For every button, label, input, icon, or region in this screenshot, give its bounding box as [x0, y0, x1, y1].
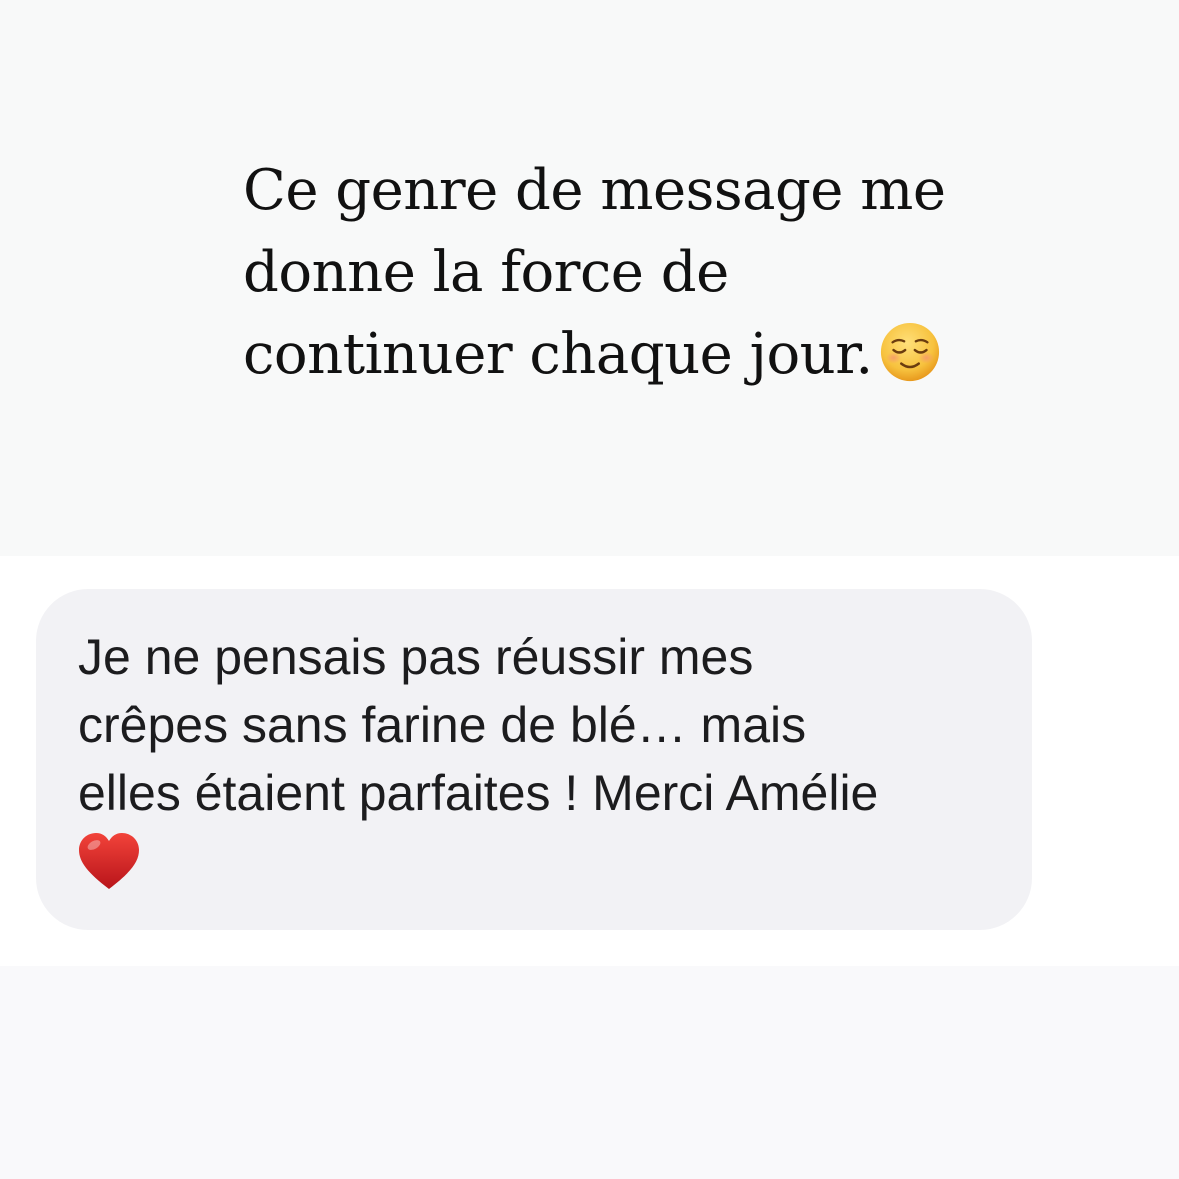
smiling-face-icon — [879, 321, 941, 406]
bottom-panel — [0, 966, 1179, 1179]
caption-line-3: continuer chaque jour. — [243, 314, 1023, 406]
message-bubble: Je ne pensais pas réussir mes crêpes san… — [36, 589, 1032, 930]
red-heart-icon — [76, 831, 878, 910]
message-line-1: Je ne pensais pas réussir mes — [78, 629, 754, 685]
message-line-3: elles étaient parfaites ! Merci Amélie — [78, 765, 879, 821]
caption-panel: Ce genre de message me donne la force de… — [0, 0, 1179, 556]
message-line-2: crêpes sans farine de blé… mais — [78, 697, 807, 753]
caption-text: Ce genre de message me donne la force de… — [243, 150, 1023, 406]
message-text: Je ne pensais pas réussir mes crêpes san… — [78, 623, 878, 910]
caption-line-2: donne la force de — [243, 240, 729, 305]
caption-line-1: Ce genre de message me — [243, 158, 946, 223]
caption-line-3-text: continuer chaque jour. — [243, 322, 873, 387]
